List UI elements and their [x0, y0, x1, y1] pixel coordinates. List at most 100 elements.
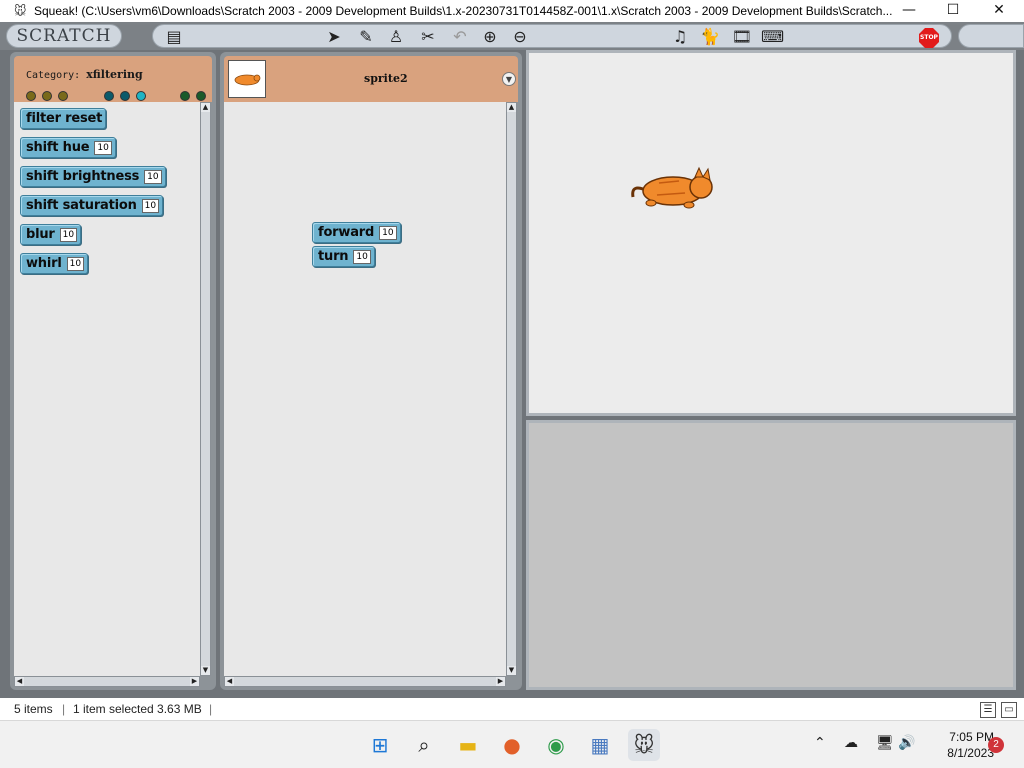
- category-label: Category: xfiltering: [26, 68, 143, 81]
- notification-badge[interactable]: 2: [988, 737, 1004, 753]
- zoom-in-icon[interactable]: ⊕: [479, 27, 501, 47]
- block-whirl[interactable]: whirl 10: [20, 253, 89, 274]
- scroll-left-arrow-icon[interactable]: ◀: [225, 677, 234, 686]
- paint-tool-icon[interactable]: ✎: [355, 27, 377, 47]
- sprite-menu-arrow-icon[interactable]: ▼: [502, 72, 516, 86]
- category-dot[interactable]: [136, 91, 146, 101]
- task-manager-icon[interactable]: ▦: [584, 729, 616, 761]
- scroll-up-arrow-icon[interactable]: ▲: [507, 103, 516, 112]
- block-label: turn: [318, 249, 349, 264]
- cat-sprite[interactable]: [631, 166, 713, 209]
- zoom-out-icon[interactable]: ⊖: [509, 27, 531, 47]
- start-windows-icon[interactable]: ⊞: [364, 729, 396, 761]
- scratch-toolbar: SCRATCH ▤ ➤ ✎ ♙ ✂ ↶ ⊕ ⊖ ♫ 🐈 🎞 ⌨ STOP: [0, 22, 1024, 50]
- cat-sprite-icon[interactable]: 🐈: [699, 27, 721, 47]
- system-clock[interactable]: 7:05 PM 8/1/2023: [922, 729, 994, 761]
- chrome-icon[interactable]: ◉: [540, 729, 572, 761]
- scroll-right-arrow-icon[interactable]: ▶: [190, 677, 199, 686]
- block-shift-brightness[interactable]: shift brightness 10: [20, 166, 166, 187]
- block-number-input[interactable]: 10: [379, 225, 397, 240]
- block-number-input[interactable]: 10: [59, 227, 78, 242]
- sprite-name-label[interactable]: sprite2: [364, 72, 408, 85]
- scripts-horizontal-scrollbar[interactable]: ◀ ▶: [224, 676, 506, 687]
- window-titlebar: 🐭 Squeak! (C:\Users\vm6\Downloads\Scratc…: [0, 0, 1024, 22]
- palette-horizontal-scrollbar[interactable]: ◀ ▶: [14, 676, 200, 687]
- category-dot[interactable]: [180, 91, 190, 101]
- search-icon[interactable]: ⌕: [408, 729, 440, 761]
- script-block-forward[interactable]: forward 10: [312, 222, 401, 243]
- scroll-right-arrow-icon[interactable]: ▶: [496, 677, 505, 686]
- stop-sign-icon[interactable]: STOP: [919, 28, 939, 48]
- scripts-area[interactable]: forward 10 turn 10: [224, 102, 506, 676]
- scripts-vertical-scrollbar[interactable]: ▲ ▼: [506, 102, 517, 676]
- scroll-down-arrow-icon[interactable]: ▼: [201, 666, 210, 675]
- sprite-thumbnail[interactable]: [228, 60, 266, 98]
- scripts-pane: sprite2 ▼ forward 10 turn 10 ▲ ▼ ◀ ▶: [220, 52, 522, 690]
- block-number-input[interactable]: 10: [94, 140, 112, 155]
- file-explorer-icon[interactable]: ▬: [452, 729, 484, 761]
- block-label: shift hue: [26, 140, 90, 155]
- palette-blocks-area: filter reset shift hue 10 shift brightne…: [14, 102, 200, 676]
- category-dot[interactable]: [104, 91, 114, 101]
- stamp-tool-icon[interactable]: ♙: [385, 27, 407, 47]
- category-dot[interactable]: [120, 91, 130, 101]
- block-label: filter reset: [26, 111, 103, 126]
- status-divider: |: [62, 702, 66, 716]
- block-shift-hue[interactable]: shift hue 10: [20, 137, 116, 158]
- cat-thumbnail-icon: [234, 74, 261, 86]
- windows-taskbar: ⊞ ⌕ ▬ ● ◉ ▦ 🐭 ⌃ ☁ 🖥 🔊 7:05 PM 8/1/2023 2: [0, 720, 1024, 768]
- palette-vertical-scrollbar[interactable]: ▲ ▼: [200, 102, 211, 676]
- scroll-up-arrow-icon[interactable]: ▲: [201, 103, 210, 112]
- scratch-logo[interactable]: SCRATCH: [6, 24, 122, 48]
- block-label: whirl: [26, 256, 62, 271]
- undo-tool-icon[interactable]: ↶: [449, 27, 471, 47]
- scroll-down-arrow-icon[interactable]: ▼: [507, 666, 516, 675]
- stage-canvas: [631, 166, 713, 209]
- block-label: forward: [318, 225, 375, 240]
- block-number-input[interactable]: 10: [353, 249, 371, 264]
- keyboard-icon[interactable]: ⌨: [761, 27, 784, 47]
- block-label: shift saturation: [26, 198, 137, 213]
- explorer-status-bar: 5 items | 1 item selected 3.63 MB | ☰ ▭: [0, 698, 1024, 720]
- scissors-tool-icon[interactable]: ✂: [417, 27, 439, 47]
- tray-overflow-chevron-icon[interactable]: ⌃: [814, 735, 826, 751]
- scroll-left-arrow-icon[interactable]: ◀: [15, 677, 24, 686]
- block-number-input[interactable]: 10: [144, 169, 162, 184]
- film-strip-icon[interactable]: 🎞: [731, 27, 753, 47]
- tools-bar: ▤ ➤ ✎ ♙ ✂ ↶ ⊕ ⊖ ♫ 🐈 🎞 ⌨ STOP: [152, 24, 952, 48]
- music-note-icon[interactable]: ♫: [669, 27, 691, 47]
- category-dot[interactable]: [58, 91, 68, 101]
- status-divider: |: [209, 702, 213, 716]
- minimize-button[interactable]: —: [886, 0, 932, 22]
- block-number-input[interactable]: 10: [66, 256, 85, 271]
- maximize-button[interactable]: ☐: [930, 0, 976, 22]
- firefox-icon[interactable]: ●: [496, 729, 528, 761]
- cloud-offline-icon[interactable]: ☁: [844, 735, 858, 751]
- block-number-input[interactable]: 10: [141, 198, 160, 213]
- category-dot[interactable]: [26, 91, 36, 101]
- block-blur[interactable]: blur 10: [20, 224, 82, 245]
- clock-time: 7:05 PM: [949, 730, 994, 744]
- window-title: Squeak! (C:\Users\vm6\Downloads\Scratch …: [34, 4, 893, 18]
- category-dot[interactable]: [42, 91, 52, 101]
- clock-date: 8/1/2023: [947, 746, 994, 760]
- palette-header: Category: xfiltering: [14, 56, 212, 102]
- toolbar-right-cap: [958, 24, 1024, 48]
- network-icon[interactable]: 🖥: [876, 735, 894, 751]
- file-menu-icon[interactable]: ▤: [163, 27, 185, 47]
- category-dot[interactable]: [196, 91, 206, 101]
- block-shift-saturation[interactable]: shift saturation 10: [20, 195, 164, 216]
- scratch-window: SCRATCH ▤ ➤ ✎ ♙ ✂ ↶ ⊕ ⊖ ♫ 🐈 🎞 ⌨ STOP Cat…: [0, 22, 1024, 698]
- block-filter-reset[interactable]: filter reset: [20, 108, 107, 129]
- details-view-icon[interactable]: ☰: [980, 702, 996, 718]
- volume-icon[interactable]: 🔊: [898, 735, 915, 751]
- sprite-sorter-pane[interactable]: [526, 420, 1016, 690]
- squeak-taskbar-icon[interactable]: 🐭: [628, 729, 660, 761]
- close-button[interactable]: ✕: [976, 0, 1022, 22]
- tiles-view-icon[interactable]: ▭: [1001, 702, 1017, 718]
- pointer-tool-icon[interactable]: ➤: [323, 27, 345, 47]
- script-block-turn[interactable]: turn 10: [312, 246, 375, 267]
- category-name: xfiltering: [86, 68, 143, 81]
- block-label: shift brightness: [26, 169, 140, 184]
- stage[interactable]: [526, 50, 1016, 416]
